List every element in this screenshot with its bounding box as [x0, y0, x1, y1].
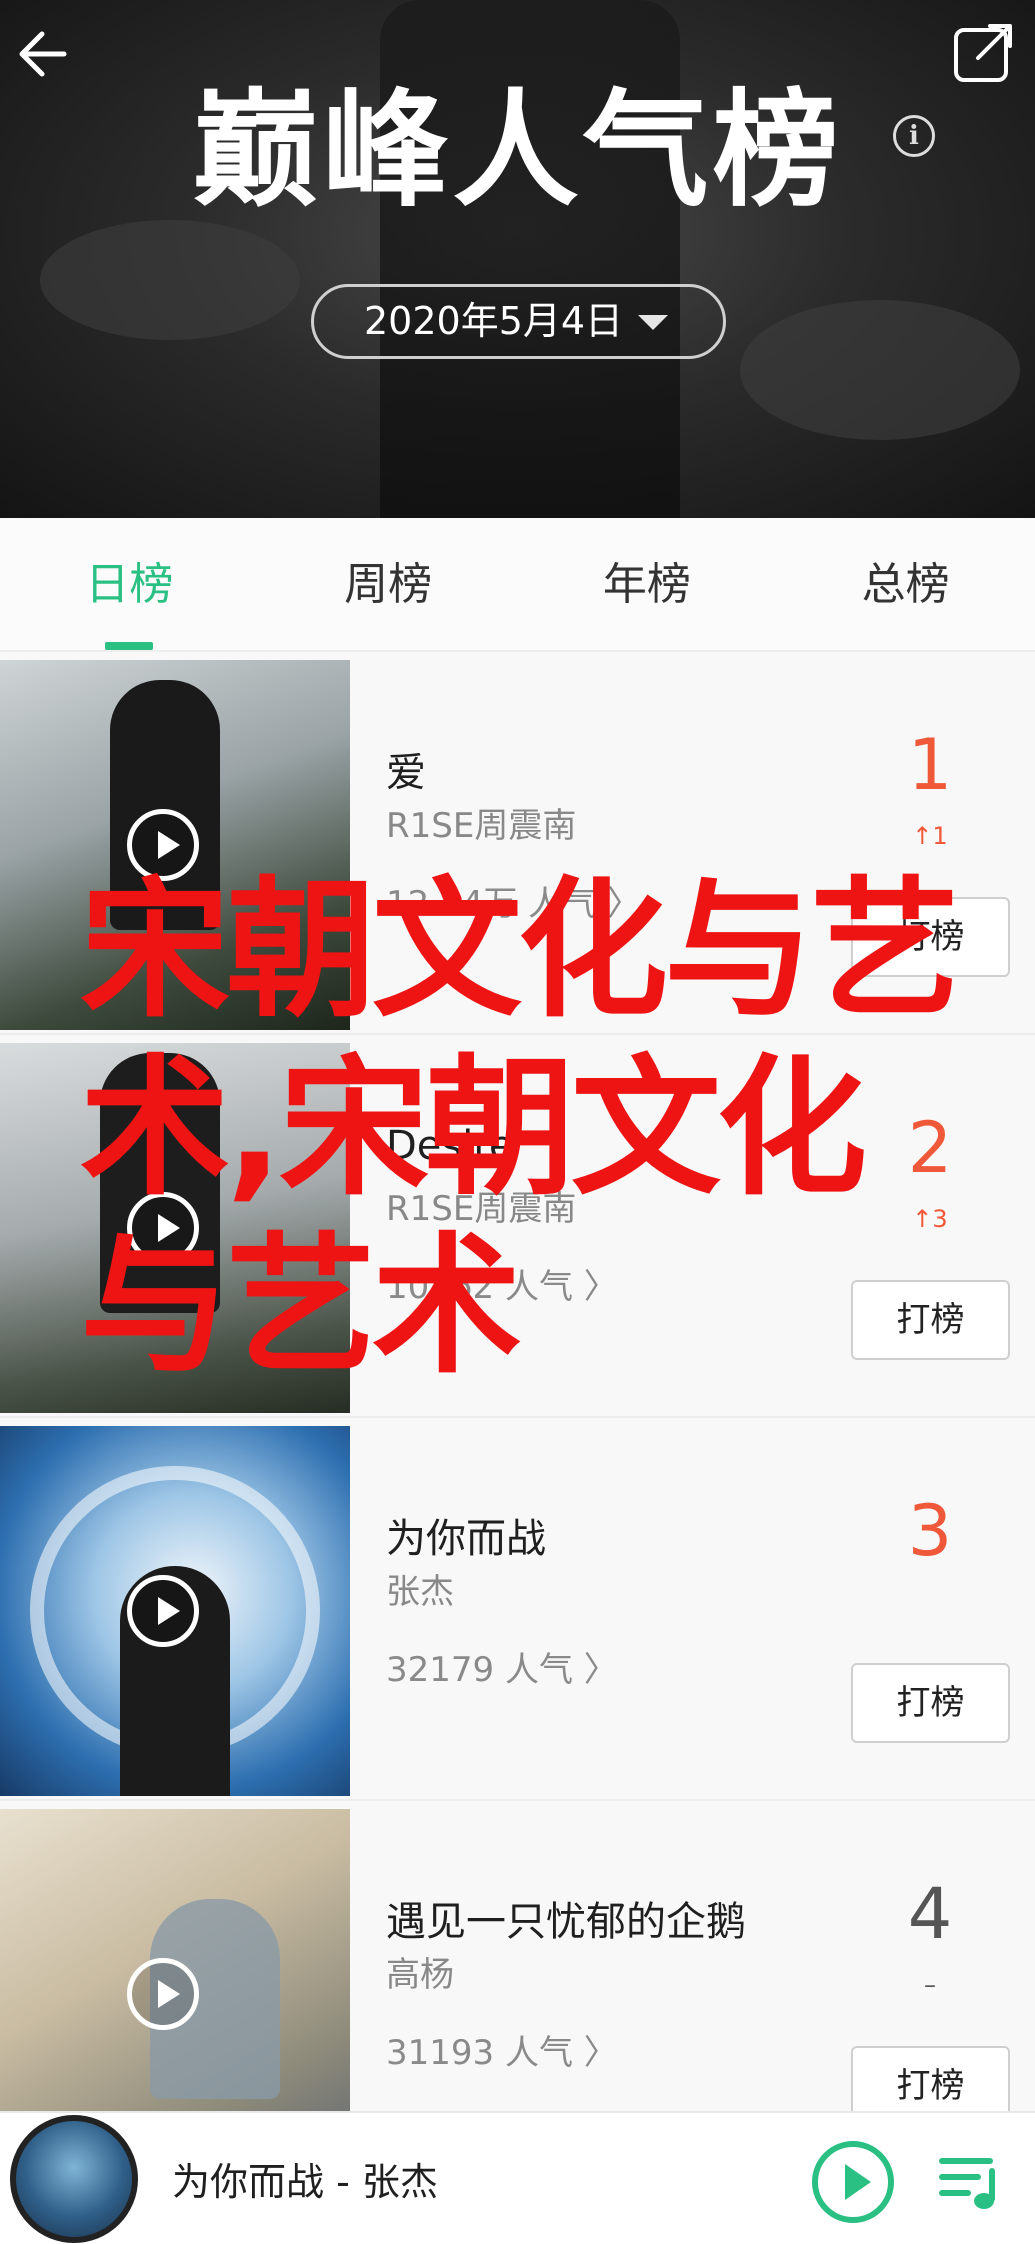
- date-label: 2020年5月4日: [364, 299, 624, 343]
- now-playing-cover[interactable]: [10, 2115, 138, 2243]
- chart-tabs: 日榜 周榜 年榜 总榜: [0, 518, 1035, 652]
- popularity-link[interactable]: 31193 人气 〉: [386, 2025, 618, 2074]
- song-title: 为你而战: [386, 1516, 546, 1562]
- play-icon[interactable]: [127, 1958, 199, 2030]
- play-icon[interactable]: [127, 1192, 199, 1264]
- artist-name: 高杨: [386, 1955, 454, 1995]
- chart-header: 巅峰人气榜 i 2020年5月4日: [0, 0, 1035, 518]
- now-playing-title[interactable]: 为你而战 - 张杰: [172, 2151, 438, 2206]
- album-art-figure: [100, 1053, 220, 1313]
- song-title: 爱: [386, 750, 426, 796]
- rank-trend: ↑1: [912, 822, 948, 850]
- popularity-count: 12.24万 人气: [386, 884, 597, 924]
- album-cover[interactable]: [0, 660, 350, 1030]
- vote-button[interactable]: 打榜: [851, 1280, 1010, 1360]
- rank-number: 3: [907, 1490, 953, 1572]
- rank-number: 2: [907, 1107, 953, 1189]
- chevron-right-icon: 〉: [583, 1650, 618, 1690]
- mini-player[interactable]: 为你而战 - 张杰: [0, 2111, 1035, 2244]
- popularity-count: 10862 人气: [386, 1267, 573, 1307]
- chevron-right-icon: 〉: [583, 2033, 618, 2073]
- list-item[interactable]: 爱 R1SE周震南 12.24万 人气 〉 1 ↑1 打榜: [0, 652, 1035, 1035]
- artist-name: R1SE周震南: [386, 1189, 577, 1229]
- tab-daily[interactable]: 日榜: [0, 518, 259, 650]
- play-icon[interactable]: [127, 809, 199, 881]
- rank-trend: ↑3: [912, 1205, 948, 1233]
- chevron-right-icon: 〉: [606, 884, 641, 924]
- active-tab-indicator: [105, 642, 154, 650]
- queue-icon: [939, 2158, 995, 2209]
- list-item[interactable]: 为你而战 张杰 32179 人气 〉 3 打榜: [0, 1418, 1035, 1801]
- play-icon[interactable]: [812, 2141, 894, 2223]
- chevron-right-icon: 〉: [583, 1267, 618, 1307]
- song-title: 遇见一只忧郁的企鹅: [386, 1899, 746, 1945]
- tab-label: 总榜: [861, 559, 950, 610]
- rank-trend: –: [924, 1971, 936, 1999]
- play-icon[interactable]: [127, 1575, 199, 1647]
- date-selector[interactable]: 2020年5月4日: [311, 284, 726, 359]
- tab-yearly[interactable]: 年榜: [518, 518, 777, 650]
- artist-name: R1SE周震南: [386, 806, 577, 846]
- tab-all-time[interactable]: 总榜: [776, 518, 1035, 650]
- popularity-link[interactable]: 12.24万 人气 〉: [386, 876, 641, 925]
- queue-button[interactable]: [938, 2149, 1002, 2213]
- rank-number: 4: [907, 1873, 953, 1955]
- vote-button[interactable]: 打榜: [851, 1663, 1010, 1743]
- tab-weekly[interactable]: 周榜: [259, 518, 518, 650]
- tab-label: 日榜: [85, 559, 174, 610]
- vote-button[interactable]: 打榜: [851, 897, 1010, 977]
- header-background-foliage: [40, 220, 300, 340]
- header-background-foliage: [740, 300, 1020, 440]
- popularity-link[interactable]: 32179 人气 〉: [386, 1642, 618, 1691]
- list-item[interactable]: Desire R1SE周震南 10862 人气 〉 2 ↑3 打榜: [0, 1035, 1035, 1418]
- artist-name: 张杰: [386, 1572, 454, 1612]
- rank-number: 1: [907, 724, 953, 806]
- popularity-link[interactable]: 10862 人气 〉: [386, 1259, 618, 1308]
- album-art-figure: [110, 680, 220, 930]
- album-cover[interactable]: [0, 1043, 350, 1413]
- popularity-count: 31193 人气: [386, 2033, 573, 2073]
- album-cover[interactable]: [0, 1426, 350, 1796]
- dropdown-caret-icon: [638, 315, 668, 330]
- info-icon[interactable]: i: [893, 115, 935, 157]
- tab-label: 年榜: [602, 559, 691, 610]
- song-title: Desire: [386, 1123, 514, 1169]
- page-title: 巅峰人气榜: [192, 77, 843, 224]
- song-list: 爱 R1SE周震南 12.24万 人气 〉 1 ↑1 打榜 Desire R1S…: [0, 652, 1035, 2184]
- popularity-count: 32179 人气: [386, 1650, 573, 1690]
- tab-label: 周榜: [344, 559, 433, 610]
